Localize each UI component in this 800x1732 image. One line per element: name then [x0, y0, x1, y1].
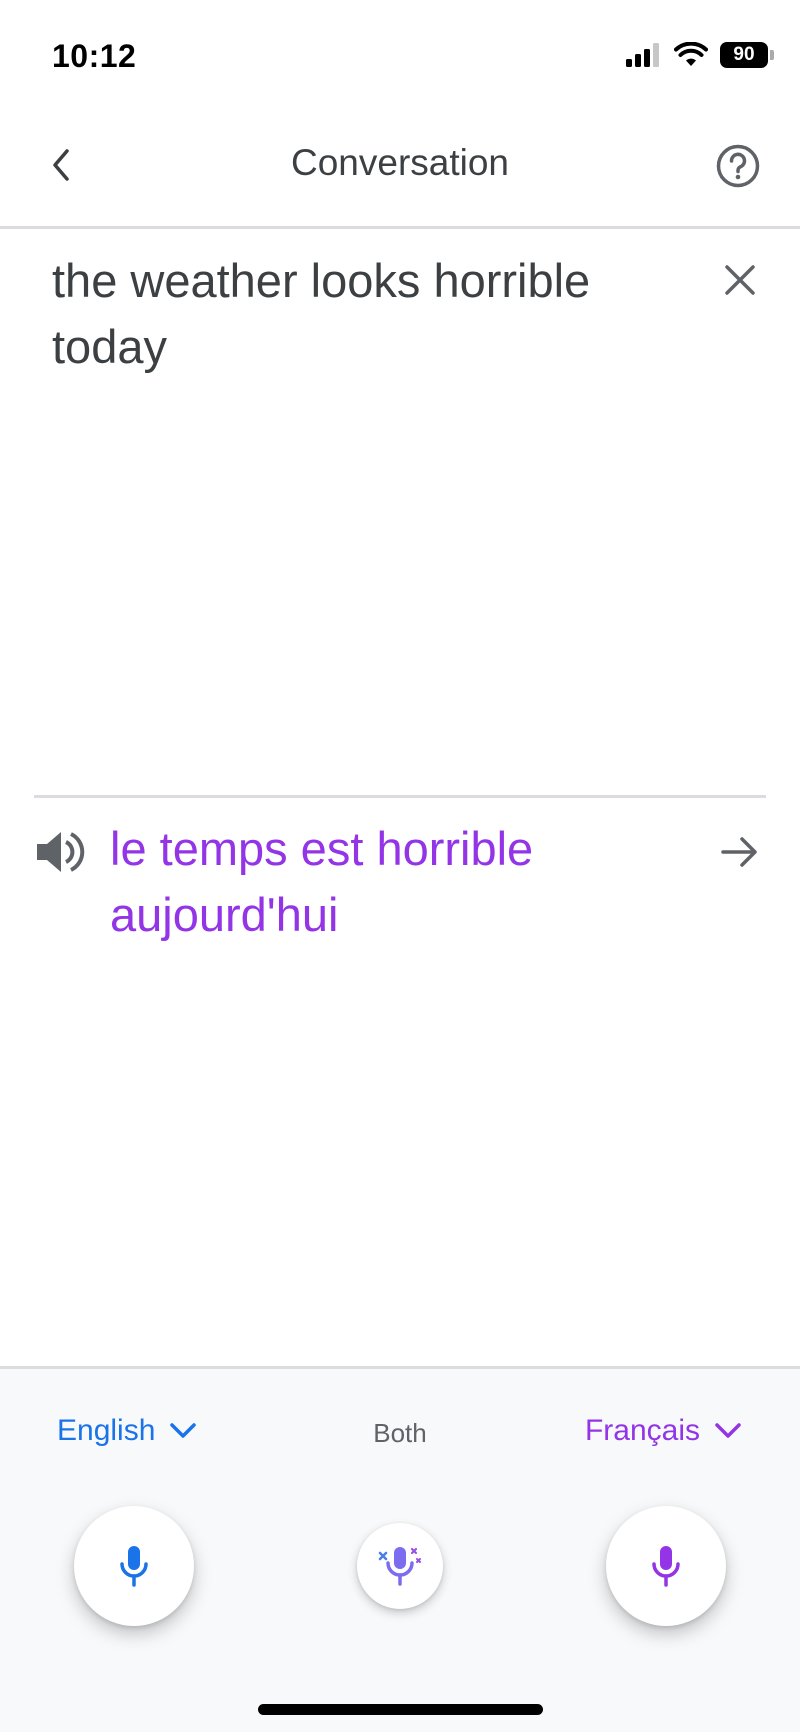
sparkle-microphone-icon: [378, 1547, 421, 1586]
app-bar: Conversation: [0, 110, 800, 228]
microphone-icon: [652, 1546, 680, 1587]
french-mic-button[interactable]: [606, 1506, 726, 1626]
french-language-label: Français: [584, 1414, 700, 1447]
cellular-signal-icon: [626, 43, 659, 67]
home-indicator[interactable]: [258, 1704, 543, 1715]
status-time: 10:12: [52, 38, 137, 74]
english-mic-button[interactable]: [74, 1506, 194, 1626]
clear-button[interactable]: [718, 258, 762, 302]
source-text[interactable]: the weather looks horrible today: [52, 248, 692, 380]
section-divider: [34, 795, 766, 798]
french-language-selector[interactable]: Français: [585, 1414, 742, 1448]
microphone-icon: [120, 1546, 148, 1587]
arrow-right-icon: [721, 837, 757, 867]
page-title: Conversation: [290, 142, 509, 183]
speaker-icon: [37, 832, 85, 872]
status-icons: 90: [626, 42, 774, 68]
wifi-icon: [674, 42, 708, 66]
status-bar: 10:12 90: [0, 0, 800, 110]
chevron-down-icon: [715, 1423, 741, 1438]
close-icon: [725, 265, 755, 295]
auto-detect-mic-button[interactable]: [357, 1523, 443, 1609]
speaker-button[interactable]: [32, 826, 88, 878]
help-circle-icon: [716, 144, 760, 188]
forward-button[interactable]: [716, 828, 764, 876]
help-button[interactable]: [712, 140, 764, 192]
translated-text: le temps est horrible aujourd'hui: [110, 822, 534, 941]
battery-icon: 90: [720, 42, 774, 68]
battery-level: 90: [720, 42, 768, 68]
header-divider: [0, 226, 800, 229]
